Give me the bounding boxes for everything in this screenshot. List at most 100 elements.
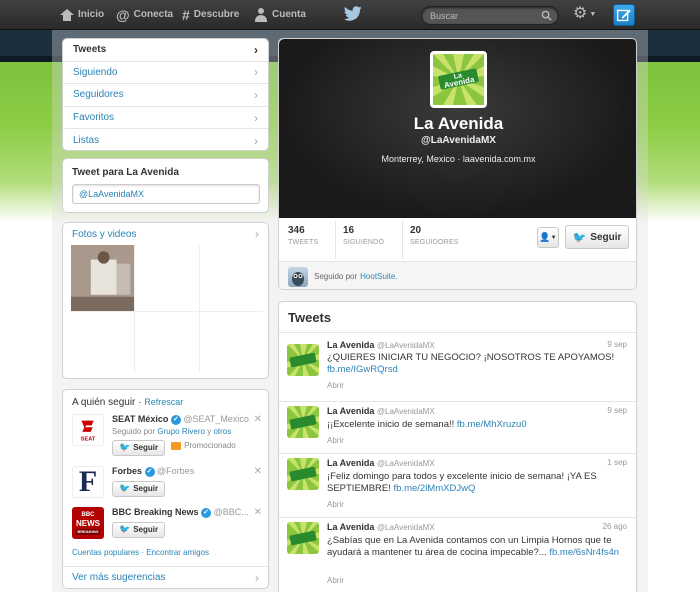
who-to-follow-header: A quién seguir · Refrescar (72, 397, 184, 408)
tweet-item[interactable]: La Avenida @LaAvenidaMX 26 ago ¿Sabías q… (279, 518, 636, 592)
tweet-link[interactable]: fb.me/6sNr4fs4n (549, 547, 619, 558)
popular-accounts-links[interactable]: Cuentas populares · Encontrar amigos (72, 548, 209, 557)
twitter-bird-icon[interactable] (343, 6, 363, 22)
at-icon: @ (116, 6, 130, 23)
forbes-logo: F (78, 465, 98, 498)
tweet-to-box: Tweet para La Avenida @LaAvenidaMX (62, 158, 269, 213)
la-avenida-logo (287, 344, 319, 376)
tweet-expand-link[interactable]: Abrir (327, 500, 344, 509)
stat-following[interactable]: 16 SIGUIENDO (343, 225, 384, 246)
who-to-follow-box: A quién seguir · Refrescar SEAT SEAT Méx… (62, 389, 269, 589)
dismiss-icon[interactable]: ✕ (254, 507, 262, 518)
tweet-avatar[interactable] (287, 344, 319, 376)
photo-empty (135, 245, 199, 312)
la-avenida-logo (287, 458, 319, 490)
chevron-right-icon: › (254, 87, 258, 102)
tweet-author-name[interactable]: La Avenida (327, 406, 374, 416)
tweet-expand-link[interactable]: Abrir (327, 381, 344, 390)
follow-button[interactable]: 🐦 Seguir (565, 225, 629, 249)
settings-menu[interactable]: ⚙ ▼ (573, 6, 596, 22)
nav-home[interactable]: Inicio (60, 0, 104, 29)
tweet-author-name[interactable]: La Avenida (327, 340, 374, 350)
more-suggestions-link[interactable]: Ver más sugerencias › (63, 566, 268, 588)
chevron-right-icon: › (255, 227, 259, 241)
nav-discover[interactable]: # Descubre (182, 0, 239, 29)
followed-by-link[interactable]: Grupo Rivero (157, 427, 205, 436)
compose-icon (616, 9, 631, 22)
sidebar-item-favorites[interactable]: Favoritos › (63, 107, 268, 130)
tweet-text: ¿Sabías que en La Avenida contamos con u… (327, 535, 620, 558)
dismiss-icon[interactable]: ✕ (254, 466, 262, 477)
gear-icon: ⚙ (573, 5, 588, 22)
tweet-timestamp[interactable]: 26 ago (603, 522, 627, 531)
user-actions-dropdown[interactable]: 👤 ▼ (537, 227, 559, 248)
compose-tweet-button[interactable] (613, 4, 635, 26)
avatar[interactable]: F (72, 466, 104, 498)
tweet-timestamp[interactable]: 1 sep (607, 458, 627, 467)
profile-header: La Avenida La Avenida @LaAvenidaMX Monte… (279, 39, 636, 218)
profile-handle: @LaAvenidaMX (421, 135, 496, 146)
verified-badge-icon: ✓ (170, 414, 181, 425)
sidebar-item-lists[interactable]: Listas › (63, 129, 268, 152)
avatar[interactable]: SEAT (72, 414, 104, 446)
search-box[interactable] (421, 6, 559, 25)
nav-connect[interactable]: @ Conecta (116, 0, 173, 29)
verified-badge-icon: ✓ (201, 507, 212, 518)
tweet-avatar[interactable] (287, 406, 319, 438)
dismiss-icon[interactable]: ✕ (254, 414, 262, 425)
photos-header[interactable]: Fotos y videos › (63, 223, 268, 245)
stat-followers[interactable]: 20 SEGUIDORES (410, 225, 459, 246)
tweet-link[interactable]: fb.me/MhXruzu0 (457, 419, 527, 430)
tweet-link[interactable]: fb.me/2lMmXDJwQ (394, 483, 476, 494)
account-name[interactable]: SEAT México (112, 414, 168, 424)
tweet-expand-link[interactable]: Abrir (327, 576, 344, 585)
profile-url[interactable]: laavenida.com.mx (463, 154, 536, 164)
tweet-item[interactable]: La Avenida @LaAvenidaMX 1 sep ¡Feliz dom… (279, 454, 636, 518)
followed-by-text: Seguido por Grupo Rivero y otros (112, 426, 232, 436)
follow-button[interactable]: 🐦 Seguir (112, 480, 166, 497)
la-avenida-logo (287, 522, 319, 554)
nav-account[interactable]: Cuenta (254, 0, 306, 29)
refresh-link[interactable]: Refrescar (144, 397, 183, 407)
la-avenida-logo (287, 406, 319, 438)
tweet-avatar[interactable] (287, 458, 319, 490)
tweet-author-name[interactable]: La Avenida (327, 522, 374, 532)
avatar[interactable]: BBC NEWS BREAKING (72, 507, 104, 539)
profile-name: La Avenida (413, 114, 504, 133)
sidebar-item-following[interactable]: Siguiendo › (63, 62, 268, 85)
tweet-timestamp[interactable]: 9 sep (607, 406, 627, 415)
tweet-text: ¡¡Excelente inicio de semana!! fb.me/MhX… (327, 419, 527, 430)
tweet-item[interactable]: La Avenida @LaAvenidaMX 9 sep ¿QUIERES I… (279, 340, 636, 402)
tweet-author-name[interactable]: La Avenida (327, 458, 374, 468)
photo-empty (135, 312, 199, 373)
verified-badge-icon: ✓ (144, 466, 155, 477)
search-icon[interactable] (541, 10, 552, 21)
tweet-avatar[interactable] (287, 522, 319, 554)
profile-avatar[interactable]: La Avenida (430, 51, 487, 108)
tweet-link[interactable]: fb.me/IGwRQrsd (327, 364, 398, 375)
nav-home-label: Inicio (78, 9, 105, 20)
photo-thumbnail[interactable] (71, 245, 135, 312)
sidebar-item-tweets[interactable]: Tweets › (63, 39, 268, 62)
account-name[interactable]: BBC Breaking News (112, 507, 199, 517)
hootsuite-avatar[interactable] (288, 266, 308, 287)
photo-image (71, 245, 135, 312)
search-input[interactable] (430, 9, 540, 22)
svg-text:SEAT: SEAT (81, 436, 96, 442)
tweet-to-input[interactable]: @LaAvenidaMX (72, 184, 260, 204)
stat-tweets[interactable]: 346 TWEETS (288, 225, 318, 246)
sidebar-item-followers[interactable]: Seguidores › (63, 84, 268, 107)
follow-button[interactable]: 🐦 Seguir (112, 521, 166, 538)
tweet-item[interactable]: La Avenida @LaAvenidaMX 9 sep ¡¡Excelent… (279, 402, 636, 454)
account-name[interactable]: Forbes (112, 466, 142, 476)
account-handle: @Forbes (157, 466, 195, 476)
followed-by-prefix: Seguido por (314, 272, 358, 281)
others-link[interactable]: otros (213, 427, 231, 436)
tweet-timestamp[interactable]: 9 sep (607, 340, 627, 349)
bbc-logo-text: BBC (81, 511, 95, 518)
tweet-text: ¿QUIERES INICIAR TU NEGOCIO? ¡NOSOTROS T… (327, 352, 615, 375)
follow-button[interactable]: 🐦 Seguir (112, 439, 166, 456)
tweet-expand-link[interactable]: Abrir (327, 436, 344, 445)
sidebar-item-label: Listas (73, 135, 100, 147)
followed-by-link[interactable]: HootSuite. (360, 272, 397, 281)
